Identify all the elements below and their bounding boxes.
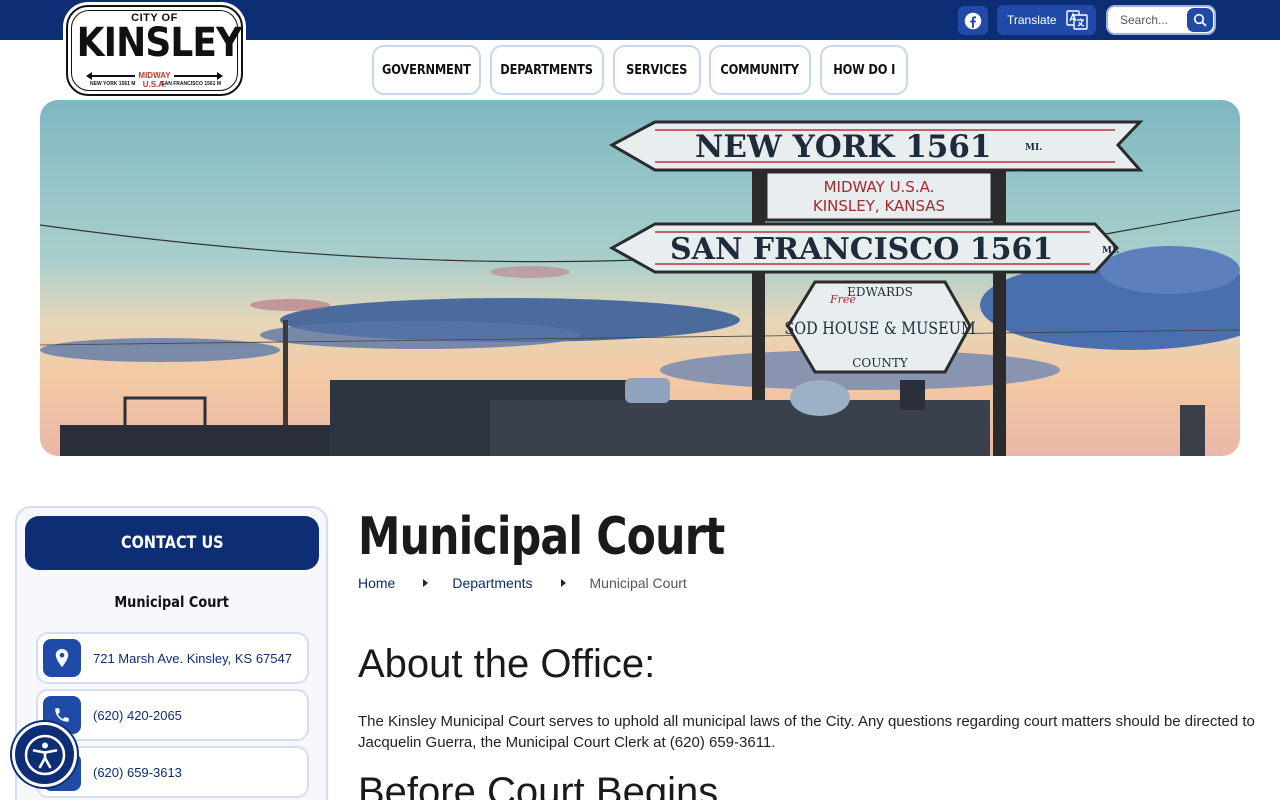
translate-label: Translate <box>1007 13 1057 27</box>
search-box <box>1106 5 1216 35</box>
logo-san-francisco: SAN FRANCISCO 1561 M <box>161 81 221 87</box>
hero-image: NEW YORK 1561 MI. MIDWAY U.S.A. KINSLEY,… <box>40 100 1240 456</box>
sign-kinsley: KINSLEY, KANSAS <box>813 197 945 215</box>
breadcrumb-separator-icon <box>423 579 429 587</box>
about-text: The Kinsley Municipal Court serves to up… <box>358 713 1255 751</box>
nav-services[interactable]: SERVICES <box>613 45 701 95</box>
nav-departments[interactable]: DEPARTMENTS <box>490 45 604 95</box>
sign-san-francisco: SAN FRANCISCO 1561 <box>670 232 1053 267</box>
sign-san-francisco-unit: MI. <box>1102 246 1119 256</box>
museum-free: Free <box>829 293 856 306</box>
city-logo[interactable]: CITY OF KINSLEY MIDWAY U.S.A. NEW YORK 15… <box>66 5 243 96</box>
translate-button[interactable]: Translate <box>997 5 1096 35</box>
breadcrumb-departments[interactable]: Departments <box>452 575 532 591</box>
nav-label: GOVERNMENT <box>382 62 471 78</box>
facebook-button[interactable] <box>958 6 988 35</box>
search-button[interactable] <box>1187 8 1213 32</box>
accessibility-button[interactable] <box>12 722 77 787</box>
sign-midway: MIDWAY U.S.A. <box>824 178 935 196</box>
search-icon <box>1193 13 1207 27</box>
nav-label: DEPARTMENTS <box>500 62 594 78</box>
before-court-heading: Before Court Begins <box>358 770 719 800</box>
logo-new-york: NEW YORK 1561 M <box>90 81 136 87</box>
nav-label: COMMUNITY <box>720 62 800 78</box>
breadcrumb-separator-icon <box>560 579 566 587</box>
nav-how-do-i[interactable]: HOW DO I <box>820 45 908 95</box>
breadcrumb-current: Municipal Court <box>589 575 687 591</box>
contact-us-header: CONTACT US <box>25 516 319 570</box>
accessibility-icon <box>24 734 65 775</box>
museum-county: COUNTY <box>852 356 909 370</box>
address-text: 721 Marsh Ave. Kinsley, KS 67547 <box>93 650 292 666</box>
contact-us-label: CONTACT US <box>120 533 224 553</box>
sign-new-york-unit: MI. <box>1025 143 1042 153</box>
facebook-icon <box>964 12 982 29</box>
nav-government[interactable]: GOVERNMENT <box>372 45 481 95</box>
breadcrumb-home[interactable]: Home <box>358 575 395 591</box>
page-title: Municipal Court <box>358 507 725 567</box>
nav-label: SERVICES <box>626 62 688 78</box>
search-input[interactable] <box>1108 7 1186 33</box>
nav-label: HOW DO I <box>833 62 895 78</box>
about-heading: About the Office: <box>358 642 656 686</box>
phone-text: (620) 420-2065 <box>93 707 182 723</box>
contact-address[interactable]: 721 Marsh Ave. Kinsley, KS 67547 <box>36 632 309 684</box>
museum-edwards: EDWARDS <box>847 285 913 299</box>
museum-name: SOD HOUSE & MUSEUM <box>784 318 975 338</box>
sign-new-york: NEW YORK 1561 <box>695 129 991 165</box>
breadcrumb: Home Departments Municipal Court <box>358 575 687 591</box>
google-translate-icon <box>1066 10 1088 30</box>
logo-name: KINSLEY <box>76 20 243 66</box>
department-name: Municipal Court <box>114 593 229 611</box>
nav-community[interactable]: COMMUNITY <box>709 45 811 95</box>
fax-text: (620) 659-3613 <box>93 764 182 780</box>
contact-phone[interactable]: (620) 420-2065 <box>36 689 309 741</box>
location-pin-icon <box>43 639 81 677</box>
